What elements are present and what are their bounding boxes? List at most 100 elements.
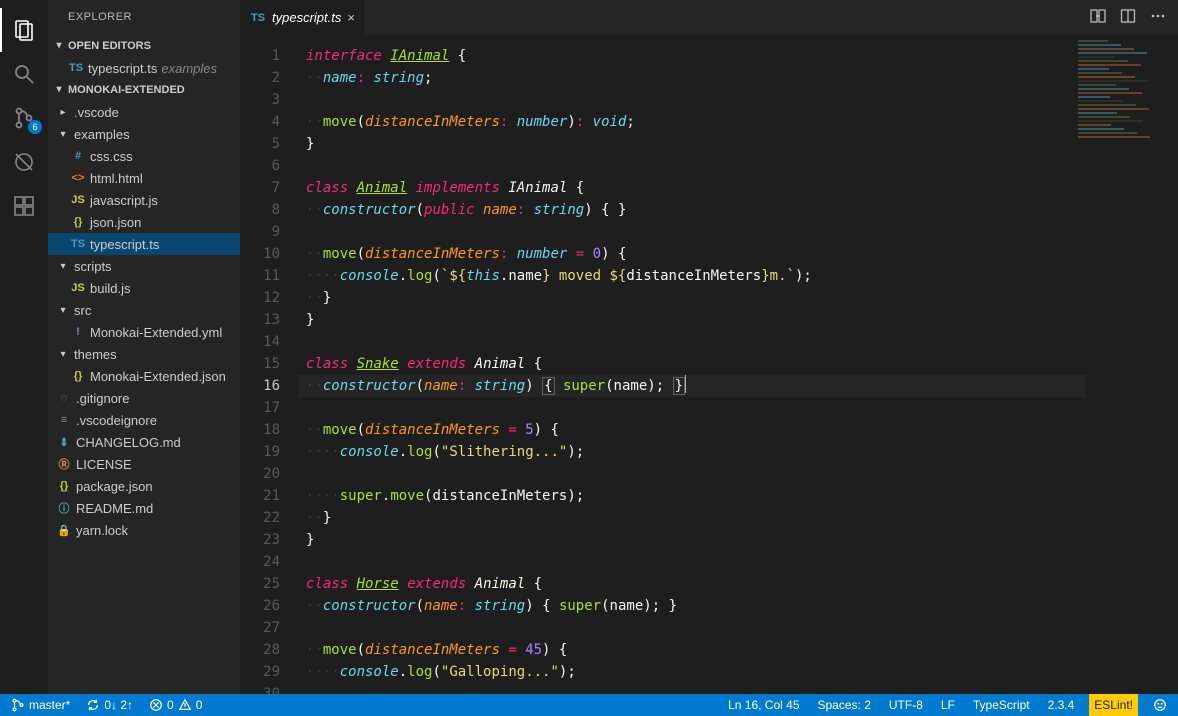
- tab-bar: TS typescript.ts ×: [240, 0, 1178, 35]
- file-tree: ▸ .vscode ▾ examples # css.css <> html.html JS ja…: [48, 101, 240, 541]
- chevron-down-icon: ▾: [56, 129, 70, 140]
- html-icon: <>: [70, 172, 86, 184]
- tree-folder[interactable]: ▸ .vscode: [48, 101, 240, 123]
- split-compare-icon[interactable]: [1090, 8, 1106, 27]
- tree-label: scripts: [74, 259, 112, 274]
- tree-label: Monokai-Extended.yml: [90, 325, 222, 340]
- tree-label: README.md: [76, 501, 153, 516]
- tree-label: .gitignore: [76, 391, 129, 406]
- tree-label: LICENSE: [76, 457, 132, 472]
- scm-badge: 6: [28, 120, 42, 134]
- tree-file[interactable]: Ⓡ LICENSE: [48, 453, 240, 475]
- typescript-icon: TS: [250, 12, 266, 24]
- activity-extensions[interactable]: [0, 184, 48, 228]
- line-gutter: 1234567891011121314151617181920212223242…: [240, 35, 298, 694]
- tree-file[interactable]: 🔒 yarn.lock: [48, 519, 240, 541]
- sidebar-title: EXPLORER: [48, 0, 240, 35]
- tree-file[interactable]: JS javascript.js: [48, 189, 240, 211]
- open-editors-header[interactable]: ▾ OPEN EDITORS: [48, 35, 240, 57]
- status-spaces[interactable]: Spaces: 2: [815, 694, 874, 716]
- tree-file[interactable]: JS build.js: [48, 277, 240, 299]
- tree-folder[interactable]: ▾ examples: [48, 123, 240, 145]
- tree-file[interactable]: ⓘ README.md: [48, 497, 240, 519]
- status-ts-version[interactable]: 2.3.4: [1045, 694, 1078, 716]
- tree-file[interactable]: ⬇CHANGELOG.md: [48, 431, 240, 453]
- status-sync[interactable]: 0↓ 2↑: [83, 694, 136, 716]
- info-icon: ⓘ: [56, 500, 72, 516]
- status-branch[interactable]: master*: [8, 694, 73, 716]
- git-icon: ◌: [56, 392, 72, 404]
- tree-label: .vscodeignore: [76, 413, 157, 428]
- activity-search[interactable]: [0, 52, 48, 96]
- js-icon: JS: [70, 282, 86, 294]
- tree-file[interactable]: <> html.html: [48, 167, 240, 189]
- json-icon: {}: [70, 216, 86, 228]
- tree-file[interactable]: ≡ .vscodeignore: [48, 409, 240, 431]
- split-editor-icon[interactable]: [1120, 8, 1136, 27]
- ignore-icon: ≡: [56, 414, 72, 426]
- tree-label: css.css: [90, 149, 133, 164]
- json-icon: {}: [70, 370, 86, 382]
- chevron-right-icon: ▸: [56, 107, 70, 118]
- lic-icon: Ⓡ: [56, 456, 72, 472]
- more-icon[interactable]: [1150, 8, 1166, 27]
- activity-debug[interactable]: [0, 140, 48, 184]
- tree-label: package.json: [76, 479, 153, 494]
- activity-bar: 6: [0, 0, 48, 694]
- md-icon: ⬇: [56, 436, 72, 449]
- minimap[interactable]: [1078, 40, 1162, 150]
- tree-label: src: [74, 303, 91, 318]
- workspace-header[interactable]: ▾ MONOKAI-EXTENDED: [48, 79, 240, 101]
- code-content[interactable]: interface IAnimal {··name: string;··move…: [298, 35, 1178, 694]
- chevron-down-icon: ▾: [56, 261, 70, 272]
- tab-filename: typescript.ts: [272, 10, 341, 25]
- tree-file[interactable]: {} package.json: [48, 475, 240, 497]
- tree-label: examples: [74, 127, 130, 142]
- tree-file[interactable]: TS typescript.ts: [48, 233, 240, 255]
- editor-area: TS typescript.ts × 123456789101112131415…: [240, 0, 1178, 694]
- status-eol[interactable]: LF: [938, 694, 958, 716]
- tree-label: javascript.js: [90, 193, 158, 208]
- tree-label: Monokai-Extended.json: [90, 369, 226, 384]
- status-language[interactable]: TypeScript: [970, 694, 1033, 716]
- tree-file[interactable]: ◌ .gitignore: [48, 387, 240, 409]
- tree-label: yarn.lock: [76, 523, 128, 538]
- open-editor-item[interactable]: TS typescript.ts examples: [48, 57, 240, 79]
- tree-label: typescript.ts: [90, 237, 159, 252]
- status-encoding[interactable]: UTF-8: [886, 694, 926, 716]
- tree-file[interactable]: {} json.json: [48, 211, 240, 233]
- open-editor-dir: examples: [161, 61, 217, 76]
- editor-actions: [1090, 0, 1178, 35]
- status-lncol[interactable]: Ln 16, Col 45: [725, 694, 802, 716]
- close-icon[interactable]: ×: [347, 10, 355, 25]
- tree-folder[interactable]: ▾src: [48, 299, 240, 321]
- tree-label: json.json: [90, 215, 141, 230]
- tree-file[interactable]: {} Monokai-Extended.json: [48, 365, 240, 387]
- tree-folder[interactable]: ▾ scripts: [48, 255, 240, 277]
- editor-body[interactable]: 1234567891011121314151617181920212223242…: [240, 35, 1178, 694]
- activity-scm[interactable]: 6: [0, 96, 48, 140]
- tree-file[interactable]: # css.css: [48, 145, 240, 167]
- status-problems[interactable]: 0 0: [146, 694, 205, 716]
- tree-label: html.html: [90, 171, 143, 186]
- chevron-down-icon: ▾: [52, 35, 66, 57]
- tree-label: themes: [74, 347, 117, 362]
- status-bar: master* 0↓ 2↑ 0 0 Ln 16, Col 45 Spaces: …: [0, 694, 1178, 716]
- activity-explorer[interactable]: [0, 8, 48, 52]
- tree-label: .vscode: [74, 105, 119, 120]
- js-icon: JS: [70, 194, 86, 206]
- chevron-down-icon: ▾: [52, 79, 66, 101]
- open-editor-filename: typescript.ts: [88, 61, 157, 76]
- json-icon: {}: [56, 480, 72, 492]
- status-eslint[interactable]: ESLint!: [1089, 694, 1138, 716]
- css-icon: #: [70, 150, 86, 162]
- tab-typescript[interactable]: TS typescript.ts ×: [240, 0, 366, 35]
- sidebar: EXPLORER ▾ OPEN EDITORS TS typescript.ts…: [48, 0, 240, 694]
- tree-file[interactable]: !Monokai-Extended.yml: [48, 321, 240, 343]
- typescript-icon: TS: [68, 62, 84, 74]
- tree-folder[interactable]: ▾themes: [48, 343, 240, 365]
- status-feedback-icon[interactable]: [1150, 694, 1170, 716]
- tree-label: build.js: [90, 281, 130, 296]
- ts-icon: TS: [70, 238, 86, 250]
- lock-icon: 🔒: [56, 524, 72, 537]
